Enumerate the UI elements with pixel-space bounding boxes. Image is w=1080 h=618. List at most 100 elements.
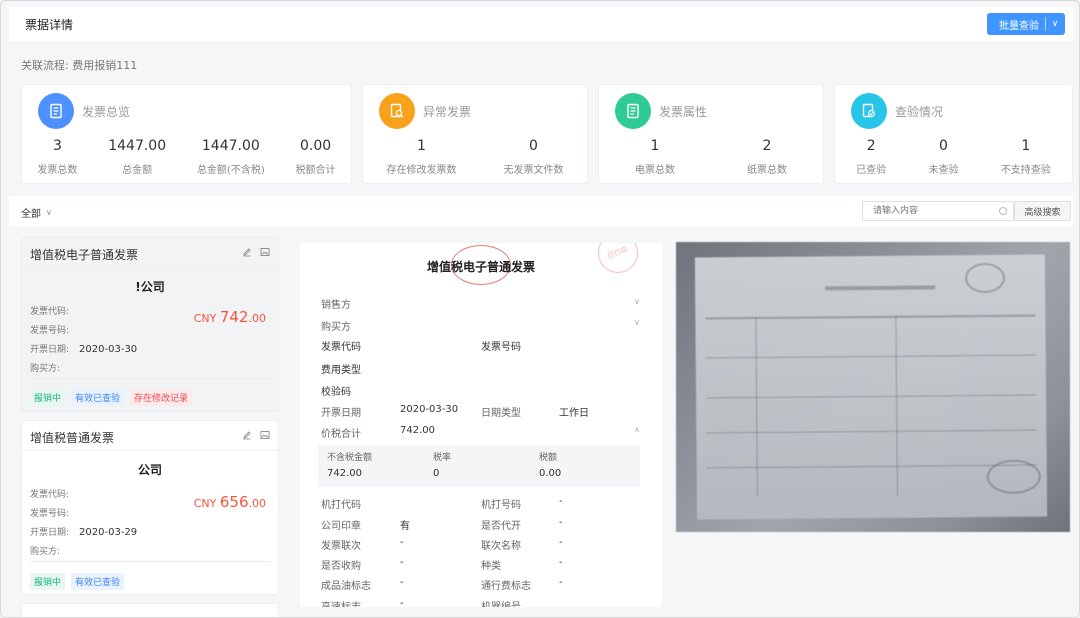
currency: CNY <box>193 497 217 510</box>
invoice-paper <box>694 254 1048 520</box>
stat-item: 2 已查验 <box>856 138 886 176</box>
field-value: - <box>400 598 404 607</box>
search-icon[interactable] <box>999 207 1007 215</box>
invoice-number-label: 发票号码 <box>481 342 521 353</box>
invoice-amount: CNY 742.00 <box>194 308 266 326</box>
paper-stamp <box>986 459 1041 494</box>
total-label: 价税合计 <box>321 429 361 440</box>
chevron-down-icon[interactable]: ∨ <box>634 318 640 327</box>
stat-value: 1 <box>417 138 426 154</box>
invoice-code-label: 发票代码: <box>30 490 70 500</box>
amount-decimal: .00 <box>248 312 267 325</box>
stat-item: 1 电票总数 <box>635 138 675 176</box>
image-icon[interactable] <box>260 429 270 443</box>
stat-label: 未查验 <box>928 165 959 176</box>
chevron-down-icon[interactable]: ∨ <box>1046 19 1064 29</box>
field-label: 机打号码 <box>481 500 521 511</box>
field-label: 联次名称 <box>481 541 521 552</box>
chevron-up-icon[interactable]: ∧ <box>634 425 640 434</box>
advanced-search-button[interactable]: 高级搜索 <box>1014 201 1071 221</box>
invoice-card[interactable] <box>21 603 279 617</box>
stat-label: 税额合计 <box>295 165 336 176</box>
invoice-card-title: 增值税普通发票 <box>30 431 115 445</box>
check-code-label: 校验码 <box>321 387 351 398</box>
total-value: 742.00 <box>400 425 435 436</box>
tax-header: 税率 <box>433 453 452 463</box>
invoice-card[interactable]: 增值税电子普通发票 !公司 发票代码: 发票号码: 开票日期: 2020-03-3… <box>21 237 279 412</box>
divider <box>30 378 270 379</box>
field-label: 公司印章 <box>321 521 361 532</box>
document-icon <box>38 93 74 129</box>
seller-row[interactable]: 销售方 <box>321 296 351 311</box>
invoice-amount: CNY 656.00 <box>194 493 266 511</box>
expense-type-label: 费用类型 <box>321 365 361 376</box>
related-process: 关联流程: 费用报销111 <box>21 57 137 73</box>
company-name: 公司 <box>137 463 162 477</box>
chevron-down-icon[interactable]: ∨ <box>634 297 640 306</box>
edit-icon[interactable] <box>242 246 252 260</box>
paper-line <box>825 285 936 291</box>
stat-value: 0 <box>939 138 948 154</box>
tax-summary-table: 不含税金额 税率 税额 742.00 0 0.00 <box>318 445 640 487</box>
field-label: 种类 <box>481 561 501 572</box>
invoice-card[interactable]: 增值税普通发票 公司 发票代码: 发票号码: 开票日期: 2020-03-29 购… <box>21 420 279 595</box>
buyer-label: 购买方: <box>30 547 61 557</box>
buyer-row[interactable]: 购买方 <box>321 318 351 333</box>
stat-item: 1447.00 总金额(不含税) <box>197 138 265 176</box>
search-box[interactable] <box>862 201 1014 221</box>
window-frame: 票据详情 批量查验 ∨ 关联流程: 费用报销111 发票总览 3 发票总数 144… <box>0 0 1080 618</box>
stat-label: 电票总数 <box>635 165 675 176</box>
page-title: 票据详情 <box>25 18 74 32</box>
stat-value: 1 <box>650 138 660 154</box>
filter-all-dropdown[interactable]: 全部 ∨ <box>21 205 52 220</box>
invoice-detail-title: 增值税电子普通发票 <box>426 260 535 274</box>
stat-value: 1447.00 <box>201 138 260 154</box>
stat-title: 发票总览 <box>82 104 131 119</box>
field-label: 高速标志 <box>321 598 361 607</box>
field-label: 通行费标志 <box>481 581 531 592</box>
invoice-card-title: 增值税电子普通发票 <box>30 248 139 262</box>
status-badge: 有效已查验 <box>71 389 125 406</box>
invoice-photo[interactable] <box>676 242 1070 532</box>
status-badge: 存在修改记录 <box>130 389 193 406</box>
related-process-label: 关联流程: <box>21 59 69 72</box>
search-doc-icon <box>379 93 415 129</box>
stat-label: 发票总数 <box>37 165 78 176</box>
batch-verify-button[interactable]: 批量查验 ∨ <box>987 13 1065 35</box>
invoice-date-value: 2020-03-30 <box>79 344 138 355</box>
stat-label: 不支持查验 <box>1000 165 1051 176</box>
field-value: - <box>559 517 563 528</box>
stat-value: 2 <box>866 138 876 154</box>
invoice-date-label: 开票日期: <box>30 345 70 355</box>
image-icon[interactable] <box>260 246 270 260</box>
stat-title: 发票属性 <box>659 104 708 119</box>
check-doc-icon <box>851 93 887 129</box>
search-input[interactable] <box>863 202 983 220</box>
stat-item: 3 发票总数 <box>37 138 77 176</box>
stat-card-overview: 发票总览 3 发票总数 1447.00 总金额 1447.00 总金额(不含税) 0.… <box>21 84 352 184</box>
tax-cell: 0 <box>433 468 440 479</box>
field-label: 是否收购 <box>321 561 361 572</box>
field-value: - <box>400 557 404 568</box>
field-value: - <box>559 537 563 548</box>
stat-label: 总金额(不含税) <box>196 165 265 176</box>
issue-date-value: 2020-03-30 <box>400 404 459 415</box>
invoice-code-label: 发票代码 <box>321 342 361 353</box>
filter-bar: 全部 ∨ 高级搜索 <box>9 196 1073 226</box>
amount-decimal: .00 <box>248 497 267 510</box>
field-value: - <box>559 577 563 588</box>
page-header: 票据详情 批量查验 ∨ <box>9 7 1073 41</box>
edit-icon[interactable] <box>242 429 252 443</box>
field-value: - <box>400 577 404 588</box>
field-label: 发票联次 <box>321 541 361 552</box>
field-value: 有 <box>400 521 410 532</box>
stat-item: 0 未查验 <box>928 138 958 176</box>
related-process-value[interactable]: 费用报销111 <box>72 59 137 72</box>
stat-title: 异常发票 <box>423 104 472 119</box>
stat-value: 1 <box>1021 138 1031 154</box>
stat-item: 2 纸票总数 <box>747 138 787 176</box>
tax-cell: 742.00 <box>327 468 362 479</box>
field-label: 是否代开 <box>481 521 521 532</box>
stat-value: 0.00 <box>299 138 332 154</box>
invoice-date-field: 开票日期: 2020-03-29 <box>30 525 137 538</box>
